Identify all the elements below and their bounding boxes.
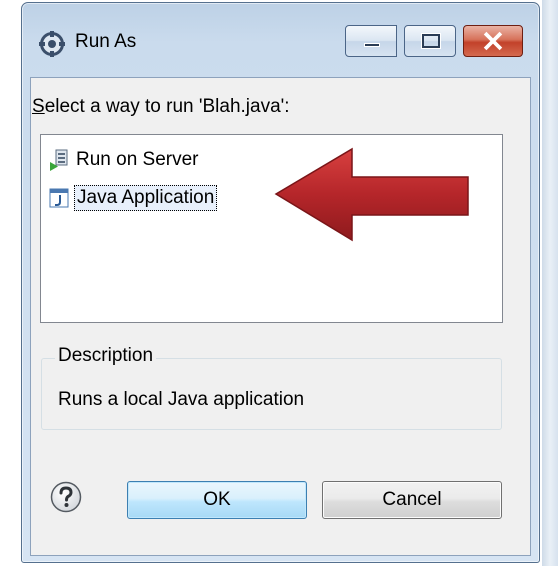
help-icon[interactable] — [50, 481, 82, 513]
cancel-button[interactable]: Cancel — [322, 481, 502, 519]
close-button[interactable] — [463, 25, 523, 57]
list-item-run-on-server[interactable]: Run on Server — [49, 146, 201, 174]
list-item-label: Java Application — [74, 185, 218, 211]
title-bar[interactable]: Run As — [22, 3, 539, 77]
list-item-label: Run on Server — [76, 149, 199, 170]
server-icon — [50, 149, 68, 171]
background-window-edge — [542, 0, 558, 566]
prompt-text: elect a way to run 'Blah.java': — [44, 96, 290, 117]
prompt-mnemonic: S — [32, 96, 45, 117]
red-arrow-left-icon — [274, 147, 469, 242]
window-title: Run As — [75, 31, 137, 52]
list-item-java-application[interactable]: Java Application — [49, 184, 218, 212]
ok-button[interactable]: OK — [127, 481, 307, 519]
close-icon — [483, 31, 503, 51]
maximize-button[interactable] — [404, 25, 456, 57]
maximize-icon — [422, 34, 440, 48]
description-group-label: Description — [55, 345, 157, 367]
gear-icon — [39, 31, 65, 57]
prompt-label: Select a way to run 'Blah.java': — [32, 96, 290, 118]
description-text: Runs a local Java application — [58, 389, 305, 410]
minimize-icon — [364, 43, 380, 47]
minimize-button[interactable] — [345, 25, 397, 57]
java-app-icon — [49, 188, 69, 208]
